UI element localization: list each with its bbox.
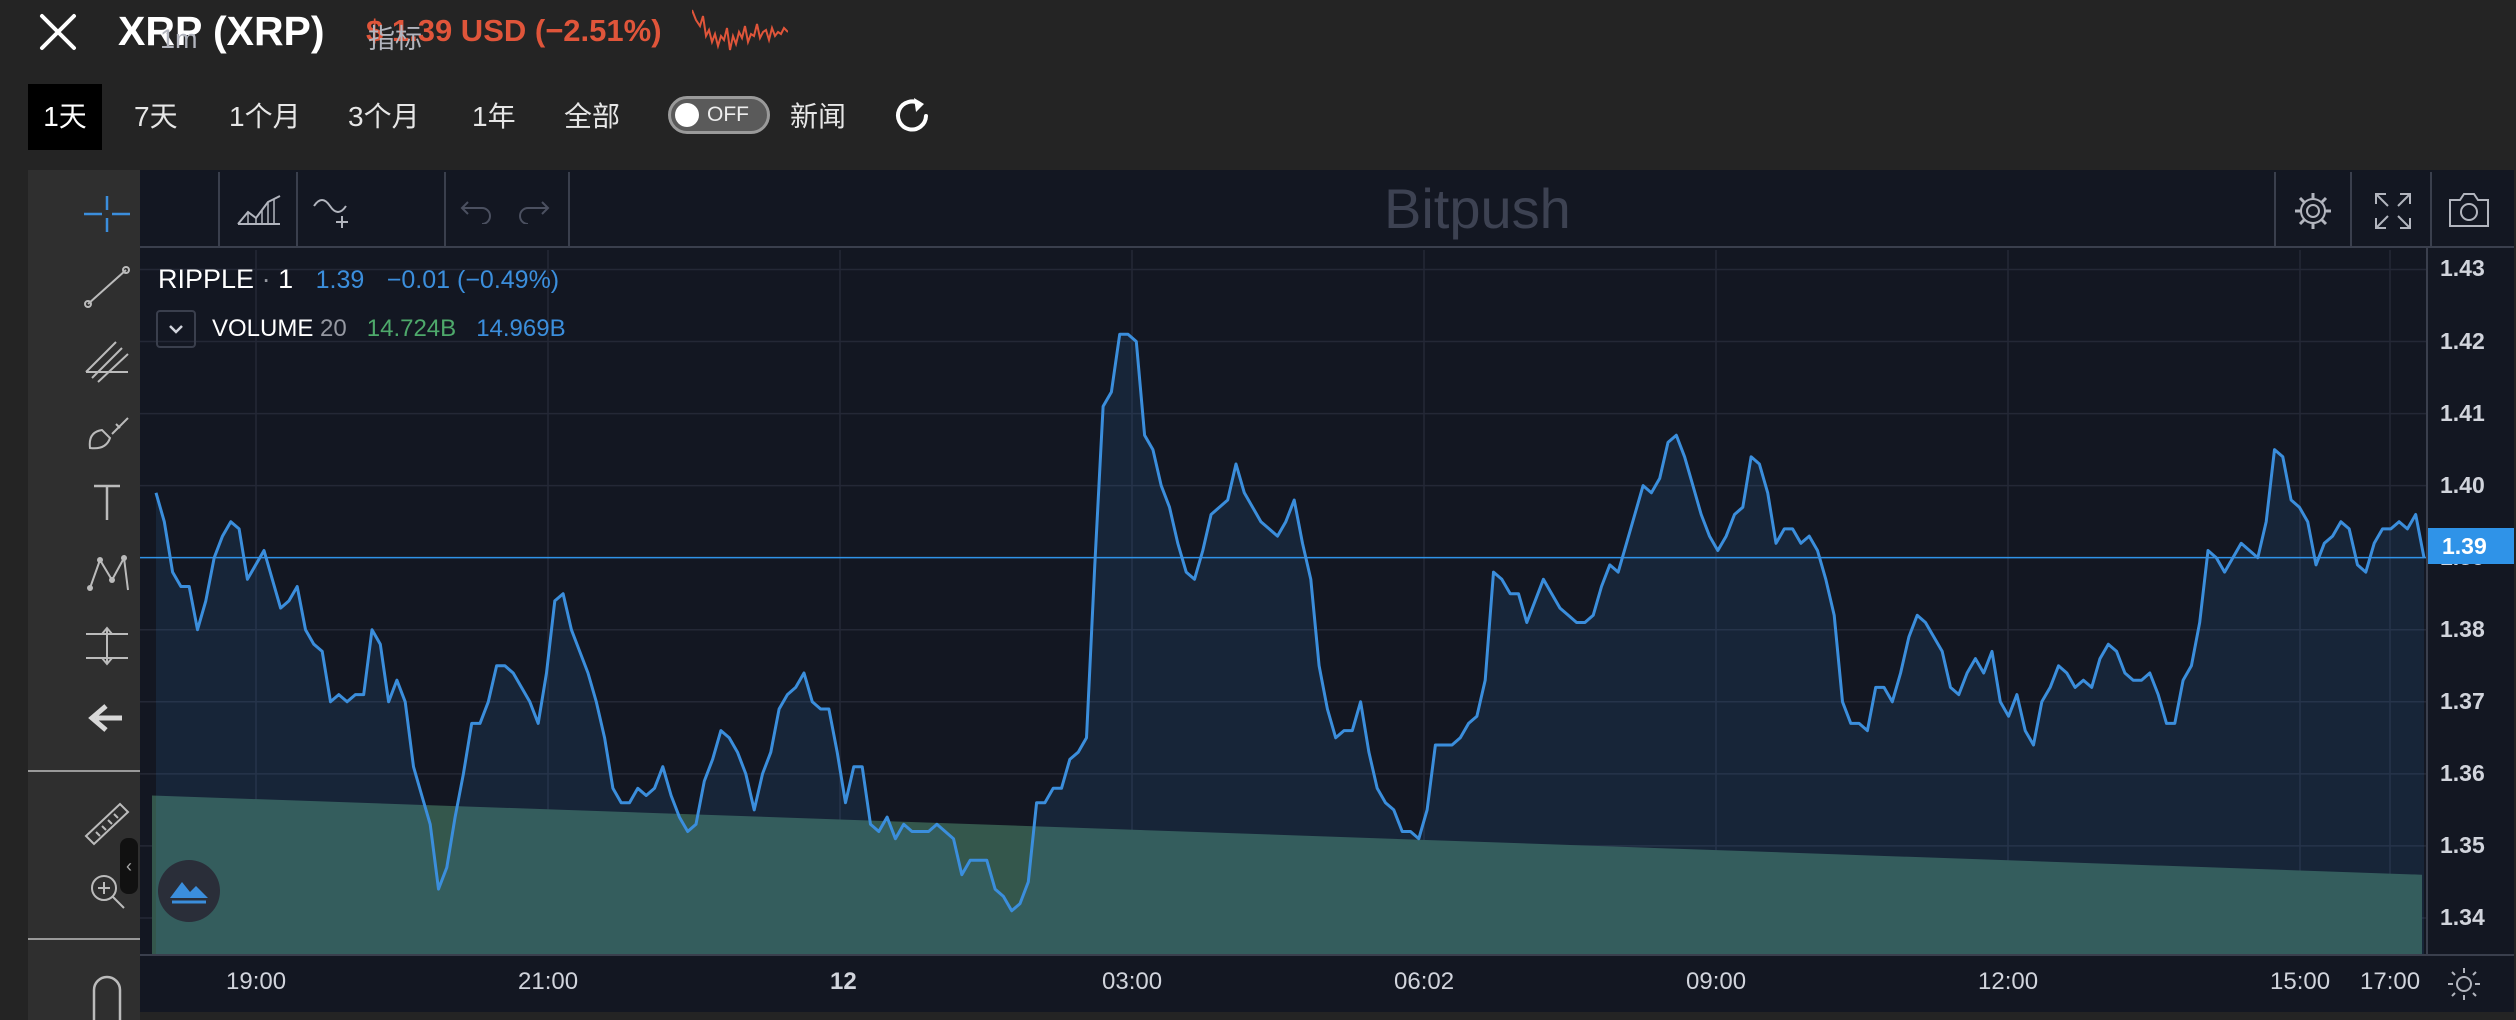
pattern-icon[interactable]: [72, 544, 142, 604]
last-price-label: 1.39: [2428, 528, 2514, 564]
time-axis-label: 12:00: [1978, 968, 2039, 995]
undo-icon[interactable]: [460, 194, 494, 224]
toolbar-separator: [444, 172, 446, 248]
range-tab-all[interactable]: 全部: [564, 84, 620, 150]
toolbar-divider: [28, 770, 140, 772]
volume-length: 20: [320, 315, 347, 342]
trendline-icon[interactable]: [72, 256, 142, 316]
time-axis-label: 21:00: [518, 968, 579, 995]
series-legend: RIPPLE · 1 1.39 −0.01 (−0.49%): [158, 262, 559, 297]
price-axis-label: 1.41: [2440, 399, 2485, 426]
text-tool-icon[interactable]: [72, 472, 142, 532]
price-axis-label: 1.35: [2440, 831, 2485, 858]
legend-interval: 1: [278, 264, 294, 294]
brand-watermark: Bitpush: [1384, 177, 1571, 240]
back-arrow-icon[interactable]: [72, 688, 142, 748]
toolbar-separator: [2274, 172, 2276, 248]
news-label: 新闻: [790, 101, 847, 132]
volume-label: VOLUME: [212, 315, 314, 342]
toolbar-separator: [568, 172, 570, 248]
sparkline: [692, 9, 788, 51]
fullscreen-icon[interactable]: [2374, 192, 2412, 230]
time-axis-label: 03:00: [1102, 968, 1163, 995]
range-tab-1d[interactable]: 1天: [28, 84, 102, 150]
time-axis-label: 17:00: [2360, 968, 2421, 995]
collapse-toolbar-button[interactable]: ‹: [120, 838, 138, 894]
range-tab-1m[interactable]: 1个月: [229, 84, 301, 150]
time-axis-settings-icon[interactable]: [2446, 966, 2482, 1002]
camera-icon[interactable]: [2446, 190, 2492, 230]
legend-change: −0.01 (−0.49%): [386, 266, 560, 294]
settings-gear-icon[interactable]: [2292, 190, 2334, 232]
coin-title: XRP (XRP): [118, 8, 325, 54]
toggle-knob: [675, 103, 699, 127]
legend-last: 1.39: [315, 266, 365, 294]
magnet-icon[interactable]: [72, 960, 142, 1020]
brush-icon[interactable]: [72, 400, 142, 460]
legend-symbol: RIPPLE: [158, 264, 255, 294]
price-axis-label: 1.38: [2440, 615, 2485, 642]
chevron-down-icon: [169, 325, 183, 334]
bitpush-logo[interactable]: [158, 860, 220, 922]
interval-button[interactable]: 1m: [160, 0, 198, 78]
legend-expand-button[interactable]: [156, 310, 196, 348]
price-chart[interactable]: [140, 250, 2426, 954]
volume-value-a: 14.724B: [366, 315, 457, 342]
app-root: XRP (XRP) $ 1.39 USD (−2.51%) 1天 7天 1个月 …: [0, 0, 2516, 1020]
chart-toolbar: [140, 170, 2514, 248]
price-axis-label: 1.37: [2440, 687, 2485, 714]
indicators-button[interactable]: 指标: [368, 0, 422, 78]
legend-dot: ·: [261, 264, 279, 294]
price-axis-label: 1.42: [2440, 327, 2485, 354]
measure-range-icon[interactable]: [72, 616, 142, 676]
price-axis-label: 1.43: [2440, 255, 2485, 282]
price-axis-border: [2426, 248, 2428, 954]
mountain-icon: [170, 882, 208, 904]
toggle-state: OFF: [707, 103, 749, 126]
price-area-fill: [156, 334, 2424, 954]
range-tab-3m[interactable]: 3个月: [348, 84, 420, 150]
time-axis-label: 06:02: [1394, 968, 1455, 995]
time-axis-border: [140, 954, 2514, 956]
crosshair-icon[interactable]: [72, 184, 142, 244]
indicators-icon[interactable]: [312, 190, 356, 230]
price-axis-label: 1.34: [2440, 903, 2485, 930]
price-axis-label: 1.40: [2440, 471, 2485, 498]
toolbar-divider: [28, 938, 140, 940]
time-axis-label: 19:00: [226, 968, 287, 995]
toolbar-separator: [2350, 172, 2352, 248]
close-icon[interactable]: [36, 12, 80, 52]
price-axis-label: 1.36: [2440, 759, 2485, 786]
toolbar-separator: [218, 172, 220, 248]
fib-icon[interactable]: [72, 328, 142, 388]
time-axis-label: 12: [830, 968, 857, 995]
volume-value-b: 14.969B: [476, 315, 566, 342]
volume-legend: VOLUME 20 14.724B 14.969B: [212, 312, 566, 346]
redo-icon[interactable]: [516, 194, 550, 224]
chart-style-icon[interactable]: [236, 192, 282, 226]
time-axis-label: 09:00: [1686, 968, 1747, 995]
time-axis-label: 15:00: [2270, 968, 2331, 995]
toolbar-separator: [296, 172, 298, 248]
refresh-icon[interactable]: [890, 94, 934, 138]
range-tab-1y[interactable]: 1年: [472, 84, 516, 150]
range-tab-7d[interactable]: 7天: [134, 84, 178, 150]
news-toggle[interactable]: OFF: [668, 96, 770, 134]
toolbar-separator: [2430, 172, 2432, 248]
